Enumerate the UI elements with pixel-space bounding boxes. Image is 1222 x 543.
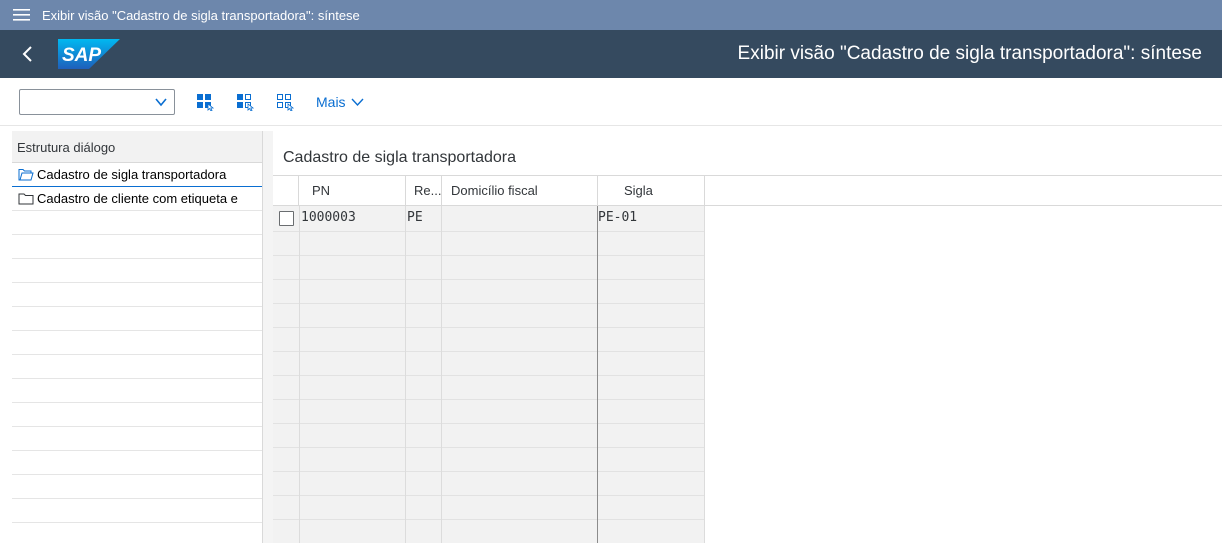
column-header-pn[interactable]: PN: [299, 176, 406, 206]
dialog-structure-header: Estrutura diálogo: [12, 131, 262, 163]
deselect-all-icon[interactable]: [274, 91, 296, 113]
dialog-structure-panel: Estrutura diálogo Cadastro de sigla tran…: [12, 131, 263, 543]
fixed-column-separator[interactable]: [597, 206, 598, 543]
more-button[interactable]: Mais: [316, 94, 364, 110]
cell-re[interactable]: PE: [407, 206, 423, 230]
chevron-down-icon: [351, 98, 364, 106]
tree-empty-row: [12, 307, 262, 331]
tree-empty-row: [12, 331, 262, 355]
chevron-down-icon: [155, 97, 167, 106]
folder-icon: [18, 193, 34, 205]
select-all-header[interactable]: [273, 176, 299, 206]
tree-empty-row: [12, 451, 262, 475]
cell-pn[interactable]: 1000003: [301, 206, 356, 230]
tree-empty-row: [12, 379, 262, 403]
tree-empty-row: [12, 259, 262, 283]
page-title: Exibir visão "Cadastro de sigla transpor…: [737, 43, 1202, 64]
data-table: PN Re... Domicílio fiscal Sigla 1000003 …: [273, 175, 1222, 543]
table-header: PN Re... Domicílio fiscal Sigla: [273, 175, 1222, 206]
tree-item-cadastro-cliente[interactable]: Cadastro de cliente com etiqueta e: [12, 187, 262, 211]
column-header-domicilio[interactable]: Domicílio fiscal: [442, 176, 598, 206]
window-title-bar: Exibir visão "Cadastro de sigla transpor…: [0, 0, 1222, 30]
table-area: Cadastro de sigla transportadora PN Re..…: [273, 131, 1222, 543]
select-block-icon[interactable]: [234, 91, 256, 113]
column-header-re[interactable]: Re...: [406, 176, 442, 206]
menu-icon[interactable]: [0, 0, 42, 30]
tree-item-label: Cadastro de cliente com etiqueta e: [37, 191, 238, 206]
tree-empty-row: [12, 403, 262, 427]
sap-logo: SAP: [58, 39, 120, 69]
panel-splitter[interactable]: [263, 131, 273, 543]
sap-logo-text: SAP: [62, 45, 101, 66]
more-button-label: Mais: [316, 93, 346, 110]
select-all-icon[interactable]: [194, 91, 216, 113]
tree-empty-row: [12, 355, 262, 379]
toolbar: Mais: [0, 78, 1222, 126]
column-header-sigla[interactable]: Sigla: [598, 176, 705, 206]
table-title: Cadastro de sigla transportadora: [283, 149, 517, 166]
tree-item-label: Cadastro de sigla transportadora: [37, 167, 227, 182]
back-icon[interactable]: [22, 30, 42, 78]
open-folder-icon: [18, 169, 34, 181]
tree-empty-row: [12, 211, 262, 235]
tree-empty-row: [12, 499, 262, 523]
tree-item-cadastro-sigla[interactable]: Cadastro de sigla transportadora: [12, 163, 262, 187]
shell-bar: SAP Exibir visão "Cadastro de sigla tran…: [0, 30, 1222, 78]
tree-empty-row: [12, 235, 262, 259]
tree-empty-row: [12, 427, 262, 451]
row-select-checkbox[interactable]: [279, 211, 294, 226]
command-combo[interactable]: [19, 88, 175, 115]
tree-empty-row: [12, 475, 262, 499]
cell-sigla[interactable]: PE-01: [598, 206, 637, 230]
window-title: Exibir visão "Cadastro de sigla transpor…: [42, 7, 360, 23]
tree-empty-row: [12, 283, 262, 307]
